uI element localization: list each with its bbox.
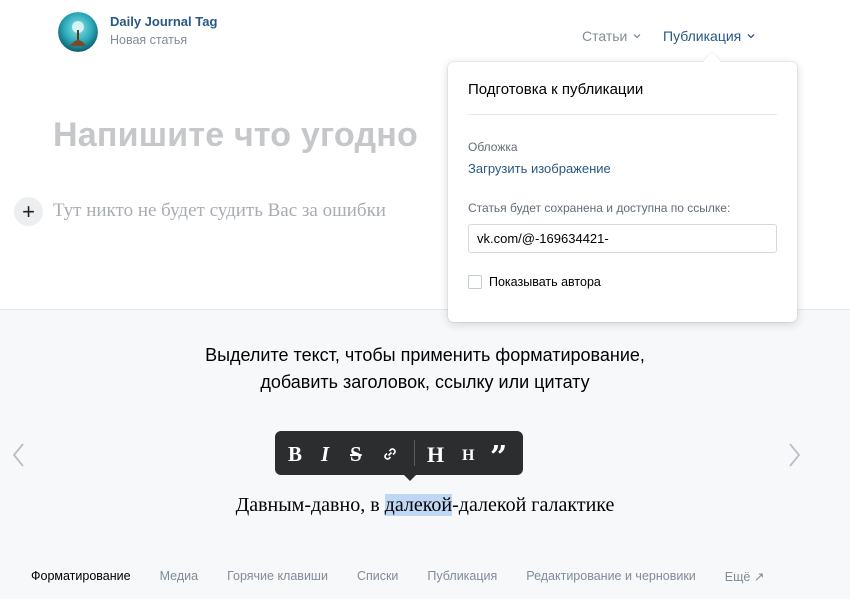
sample-text-selection: далекой [384,494,453,516]
sample-text: Давным-давно, в далекой-далекой галактик… [0,494,850,517]
help-panel: Выделите текст, чтобы применить форматир… [0,309,850,599]
publish-dropdown: Подготовка к публикации Обложка Загрузит… [448,62,797,322]
cover-label: Обложка [468,140,518,154]
tab-media[interactable]: Медиа [160,569,198,584]
tab-lists[interactable]: Списки [357,569,398,584]
divider [468,114,777,115]
tab-editing-drafts[interactable]: Редактирование и черновики [526,569,696,584]
chevron-down-icon [633,34,641,39]
title-placeholder[interactable]: Напишите что угодно [53,116,418,155]
upload-image-link[interactable]: Загрузить изображение [468,161,611,176]
italic-button[interactable]: I [321,442,329,467]
prev-slide-icon[interactable] [9,441,29,469]
quote-button[interactable]: ” [490,440,507,475]
header: Daily Journal Tag Новая статья Статьи Пу… [0,0,850,70]
subheading-button[interactable]: H [462,447,474,465]
chevron-down-icon [747,34,755,39]
article-link-label: Статья будет сохранена и доступна по ссы… [468,201,731,215]
help-tabs: Форматирование Медиа Горячие клавиши Спи… [31,569,793,584]
article-link-input[interactable] [468,224,777,253]
publish-menu-label: Публикация [663,28,742,44]
community-avatar[interactable] [58,12,98,52]
strikethrough-button[interactable]: S [350,442,362,467]
tab-formatting[interactable]: Форматирование [31,569,131,584]
sample-text-after: -далекой галактике [452,494,615,516]
show-author-toggle[interactable]: Показывать автора [468,275,601,289]
tab-more[interactable]: Ещё ↗ [725,569,765,584]
help-text-line1: Выделите текст, чтобы применить форматир… [205,345,645,365]
publish-menu[interactable]: Публикация [663,28,756,44]
add-block-button[interactable]: + [14,197,43,226]
tab-hotkeys[interactable]: Горячие клавиши [227,569,328,584]
articles-menu-label: Статьи [582,28,628,44]
heading-button[interactable]: H [427,442,444,468]
help-text-line2: добавить заголовок, ссылку или цитату [260,372,590,392]
next-slide-icon[interactable] [784,441,804,469]
show-author-label: Показывать автора [489,275,601,289]
show-author-checkbox[interactable] [468,275,482,289]
article-editor-page: Daily Journal Tag Новая статья Статьи Пу… [0,0,850,599]
sample-text-before: Давным-давно, в [235,494,385,516]
bold-button[interactable]: B [288,442,302,467]
articles-menu[interactable]: Статьи [582,28,642,44]
article-status: Новая статья [110,33,188,47]
community-name[interactable]: Daily Journal Tag [110,14,217,29]
tab-publication[interactable]: Публикация [427,569,497,584]
body-placeholder[interactable]: Тут никто не будет судить Вас за ошибки [53,200,386,222]
publish-dropdown-title: Подготовка к публикации [468,81,644,98]
toolbar-divider [414,440,415,466]
formatting-toolbar: B I S H H ” [275,431,523,481]
link-icon[interactable] [381,445,399,463]
plus-icon: + [22,198,35,224]
